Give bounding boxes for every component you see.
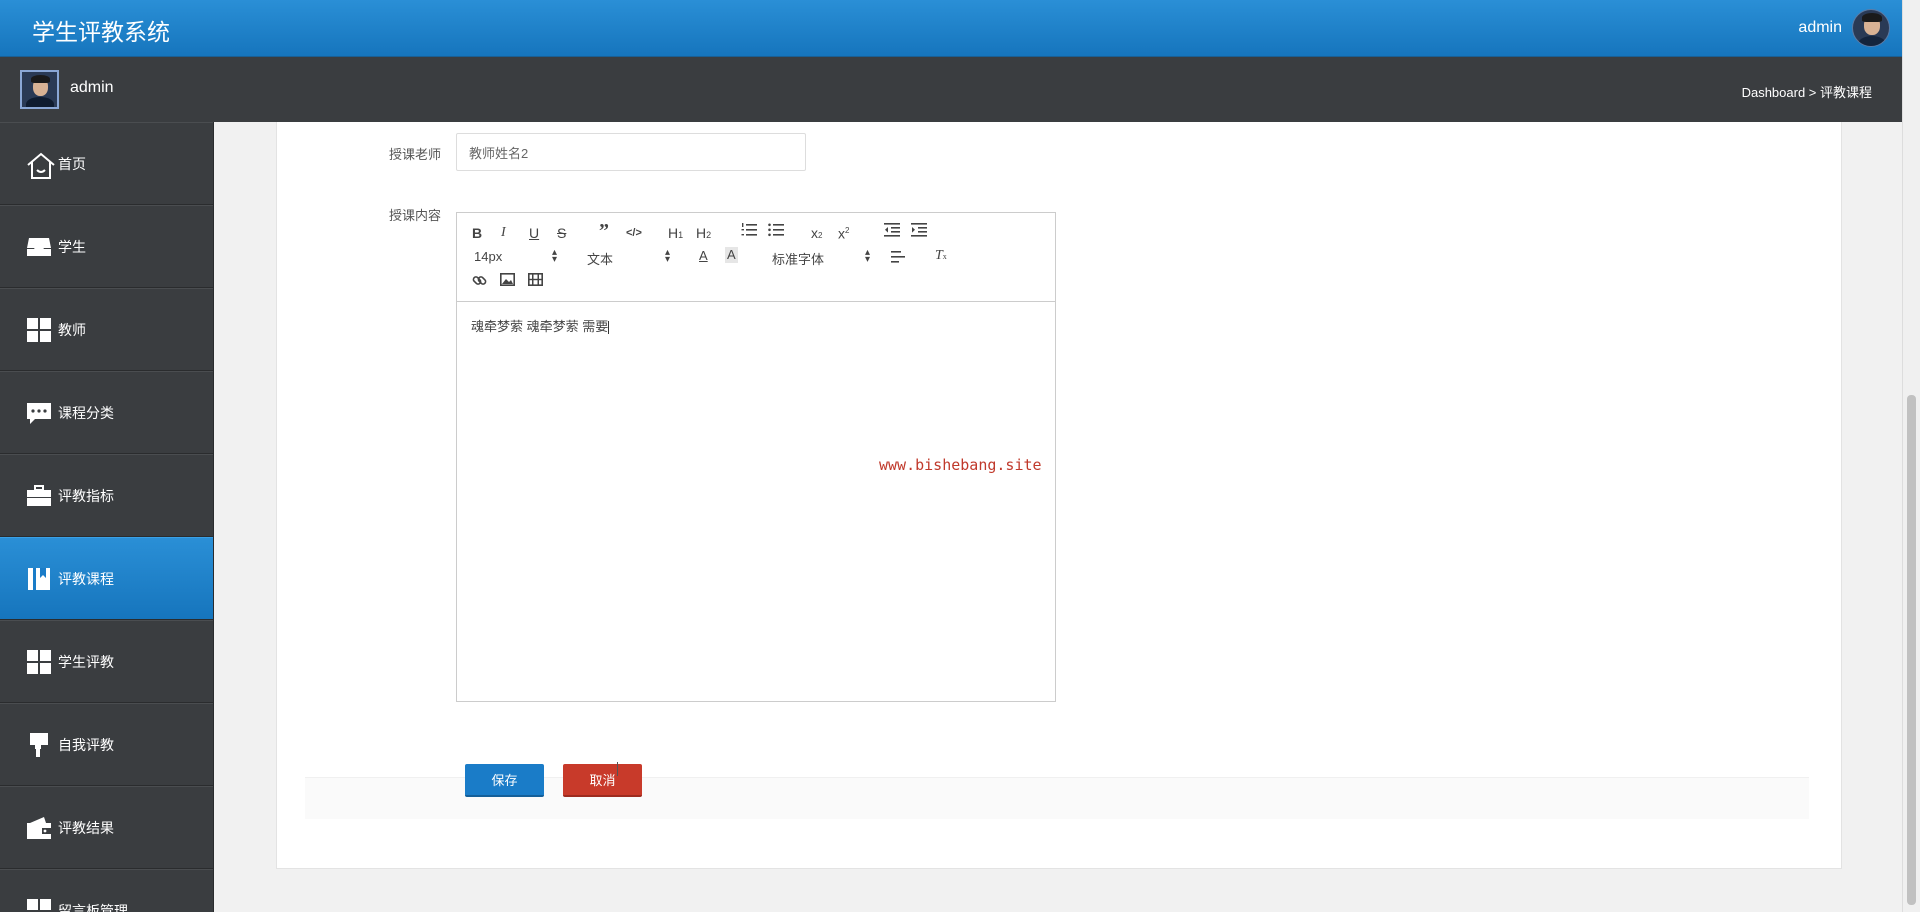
ordered-list-icon[interactable] [741,223,757,240]
sidebar-item-course-category[interactable]: 课程分类 [0,371,213,454]
sidebar-item-label: 课程分类 [58,404,114,421]
link-icon[interactable] [472,273,487,291]
image-icon[interactable] [500,273,515,289]
sidebar-avatar [20,70,59,109]
underline-icon[interactable]: U [529,225,539,241]
app-title: 学生评教系统 [32,20,170,46]
blockquote-icon[interactable]: ” [599,221,609,241]
sidebar-item-label: 评教指标 [58,487,114,504]
heading-1-icon[interactable]: H1 [668,225,683,243]
bold-icon[interactable]: B [472,225,482,241]
font-family-select[interactable]: 标准字体 ▴ ▾ [772,248,872,268]
strikethrough-icon[interactable]: S [557,225,566,241]
sidebar-item-courses[interactable]: 评教课程 [0,537,213,620]
outdent-icon[interactable] [884,223,900,240]
book-icon [26,566,52,592]
content-label: 授课内容 [389,208,442,223]
sidebar-item-eval-results[interactable]: 评教结果 [0,786,213,869]
chat-icon [26,400,52,426]
sidebar: 首页 学生 教师 课程分类 评教指标 评教课程 学生评教 自我评教 评教结果 留… [0,122,214,912]
header-user[interactable]: admin [1798,9,1890,47]
sidebar-item-label: 教师 [58,321,86,338]
sidebar-item-label: 学生 [58,238,86,255]
clear-format-icon[interactable]: Tx [935,248,947,265]
inbox-icon [26,234,52,260]
sidebar-item-label: 评教课程 [58,570,114,587]
block-type-select[interactable]: 文本 ▴ ▾ [587,248,672,268]
sidebar-item-label: 首页 [58,155,86,172]
sidebar-item-self-eval[interactable]: 自我评教 [0,703,213,786]
sidebar-item-label: 评教结果 [58,819,114,836]
heading-2-icon[interactable]: H2 [696,225,711,243]
home-icon [26,151,55,179]
indent-icon[interactable] [911,223,927,240]
brush-icon [26,732,52,758]
grid-icon [26,649,52,675]
mouse-cursor [617,762,619,776]
watermark: www.bishebang.site [879,456,1042,474]
sidebar-item-label: 留言板管理 [58,902,128,912]
bullet-list-icon[interactable] [768,223,784,240]
background-color-icon[interactable]: A [725,247,738,263]
sidebar-item-student-eval[interactable]: 学生评教 [0,620,213,703]
sidebar-item-label: 自我评教 [58,736,114,753]
wallet-icon [26,815,52,841]
italic-icon[interactable]: I [501,225,506,241]
sidebar-item-indicators[interactable]: 评教指标 [0,454,213,537]
align-icon[interactable] [891,250,905,266]
teacher-label: 授课老师 [389,147,442,162]
cancel-button[interactable]: 取消 [563,764,642,797]
top-header: 学生评教系统 admin [0,0,1902,57]
header-user-name[interactable]: admin [1798,19,1842,37]
code-block-icon[interactable]: </> [626,225,642,241]
font-size-select[interactable]: 14px ▴ ▾ [474,248,559,265]
sidebar-item-messages[interactable]: 留言板管理 [0,869,213,912]
font-color-icon[interactable]: A [699,248,708,264]
page-scrollbar[interactable] [1902,0,1920,912]
sidebar-item-label: 学生评教 [58,653,114,670]
sidebar-item-home[interactable]: 首页 [0,122,213,205]
grid-icon [26,898,52,912]
teacher-input[interactable] [456,133,806,171]
grid-icon [26,317,52,343]
breadcrumb: Dashboard > 评教课程 [1741,85,1872,100]
sidebar-item-teachers[interactable]: 教师 [0,288,213,371]
sidebar-item-students[interactable]: 学生 [0,205,213,288]
video-icon[interactable] [528,273,543,289]
editor-content[interactable]: 魂牵梦萦 魂牵梦萦 需要 [457,302,1055,349]
superscript-icon[interactable]: x2 [838,223,849,242]
sidebar-user-name: admin [70,79,114,96]
scrollbar-thumb[interactable] [1907,395,1916,905]
save-button[interactable]: 保存 [465,764,544,797]
subscript-icon[interactable]: x2 [811,225,822,244]
sub-header: admin Dashboard > 评教课程 [0,57,1902,122]
header-avatar[interactable] [1852,9,1890,47]
briefcase-icon [26,483,52,509]
editor-toolbar: B I U S ” </> H1 H2 x2 x2 14px ▴ ▾ 文本 ▴ ▾ … [457,213,1055,302]
text-caret [608,321,610,335]
